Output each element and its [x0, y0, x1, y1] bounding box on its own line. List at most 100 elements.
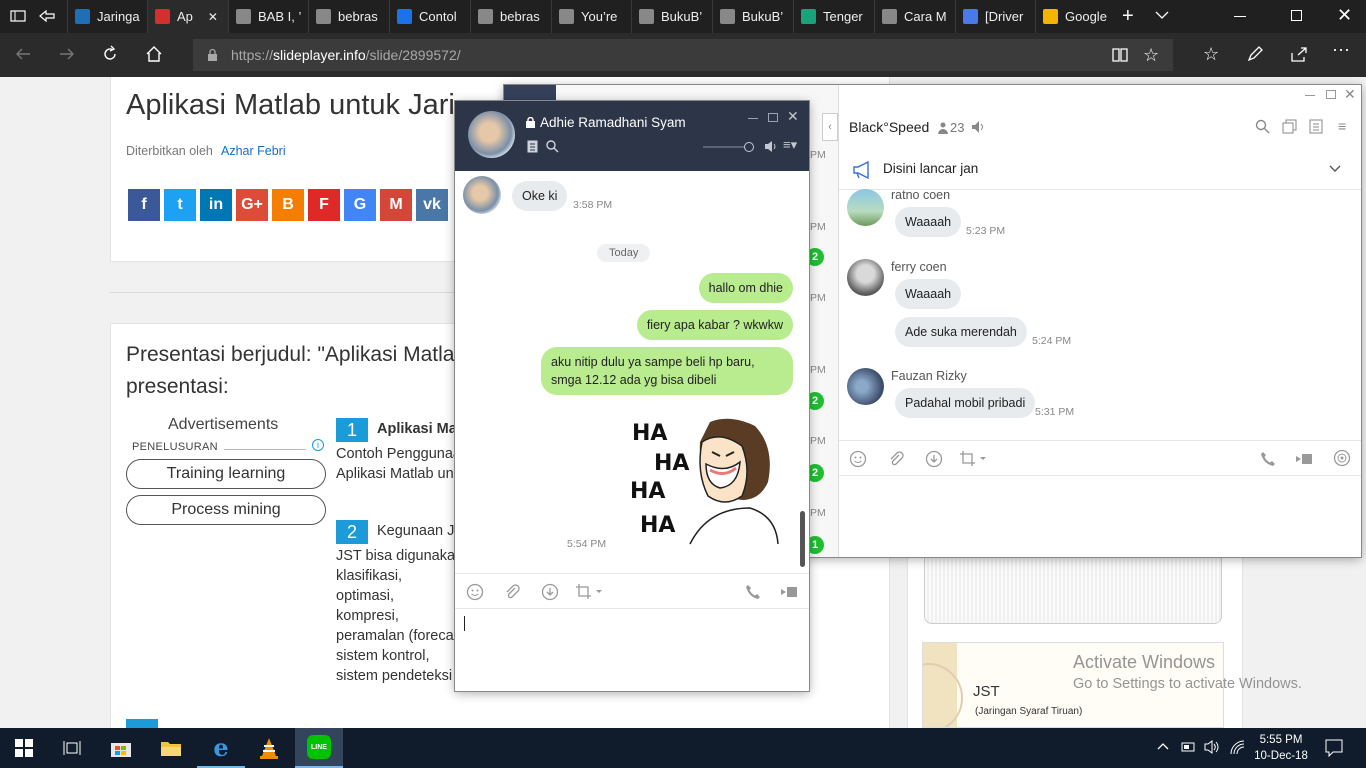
slide-thumbnail[interactable]: [924, 552, 1222, 624]
scrollbar[interactable]: [800, 511, 805, 567]
search-icon[interactable]: [546, 140, 559, 153]
pen-annotate-icon[interactable]: [1246, 45, 1264, 63]
message-bubble[interactable]: hallo om dhie: [698, 273, 793, 303]
vk-icon[interactable]: vk: [416, 189, 448, 221]
speaker-icon[interactable]: [764, 140, 777, 153]
forward-arrow-icon[interactable]: [58, 45, 76, 63]
tab-list-chevron-icon[interactable]: [1155, 10, 1169, 20]
message-bubble[interactable]: fiery apa kabar ? wkwkw: [636, 310, 793, 340]
flipboard-icon[interactable]: F: [308, 189, 340, 221]
restore-window-icon[interactable]: [1291, 10, 1302, 21]
home-icon[interactable]: [145, 45, 163, 63]
maximize-icon[interactable]: [1326, 90, 1336, 99]
browser-tab[interactable]: Contol: [389, 0, 470, 33]
more-menu-icon[interactable]: ···: [1332, 39, 1350, 60]
battery-icon[interactable]: [1180, 740, 1196, 754]
google-icon[interactable]: G: [344, 189, 376, 221]
search-icon[interactable]: [1255, 119, 1270, 134]
gmail-icon[interactable]: M: [380, 189, 412, 221]
avatar[interactable]: [463, 176, 501, 214]
edge-button[interactable]: e: [197, 728, 245, 768]
screenshot-icon[interactable]: [959, 450, 987, 468]
url-field[interactable]: https://slideplayer.info/slide/2899572/ …: [193, 39, 1173, 71]
minimize-icon[interactable]: [748, 118, 758, 119]
close-icon[interactable]: ✕: [787, 108, 799, 125]
attach-icon[interactable]: [503, 583, 521, 601]
call-icon[interactable]: [745, 584, 761, 600]
chevron-down-icon[interactable]: [1329, 165, 1341, 173]
message-input[interactable]: [455, 609, 809, 691]
avatar[interactable]: [847, 189, 884, 226]
avatar[interactable]: [847, 259, 884, 296]
message-input[interactable]: [839, 476, 1361, 557]
avatar[interactable]: [468, 111, 515, 158]
attach-icon[interactable]: [887, 450, 905, 468]
close-window-icon[interactable]: ✕: [1337, 5, 1352, 26]
volume-slider[interactable]: [703, 142, 754, 152]
ad-pill[interactable]: Training learning: [126, 459, 326, 489]
close-tab-icon[interactable]: ✕: [208, 10, 218, 24]
new-tab-button[interactable]: +: [1122, 6, 1134, 26]
favorite-star-icon[interactable]: ☆: [1143, 45, 1159, 66]
volume-slider-handle[interactable]: [744, 142, 754, 152]
notes-icon[interactable]: [527, 140, 538, 153]
call-icon[interactable]: [1260, 451, 1276, 467]
minimize-window-icon[interactable]: [1234, 16, 1246, 17]
message-bubble[interactable]: Padahal mobil pribadi: [895, 388, 1036, 418]
facebook-icon[interactable]: f: [128, 189, 160, 221]
browser-tab[interactable]: Jaringa: [67, 0, 147, 33]
video-call-icon[interactable]: [780, 585, 798, 599]
clock[interactable]: 5:55 PM 10-Dec-18: [1252, 732, 1310, 764]
info-icon[interactable]: i: [312, 439, 324, 451]
favorites-hub-icon[interactable]: ☆: [1203, 44, 1219, 65]
start-button[interactable]: [0, 728, 48, 768]
message-bubble[interactable]: aku nitip dulu ya sampe beli hp baru, sm…: [541, 347, 793, 395]
browser-tab[interactable]: Google: [1035, 0, 1112, 33]
notes-icon[interactable]: [1309, 119, 1323, 134]
screenshot-icon[interactable]: [575, 583, 603, 601]
sticker-image[interactable]: HA HA HA HA: [630, 412, 780, 547]
emoji-icon[interactable]: [466, 583, 484, 601]
linkedin-icon[interactable]: in: [200, 189, 232, 221]
video-call-icon[interactable]: [1295, 452, 1313, 466]
member-count[interactable]: 23: [938, 120, 964, 135]
collapse-list-button[interactable]: ‹: [822, 113, 838, 141]
browser-tab[interactable]: Ap ✕: [147, 0, 228, 33]
close-icon[interactable]: ✕: [1344, 86, 1356, 103]
author-link[interactable]: Azhar Febri: [221, 144, 286, 158]
browser-tab[interactable]: You’re: [551, 0, 631, 33]
keep-icon[interactable]: [541, 583, 559, 601]
menu-icon[interactable]: ≡: [1338, 118, 1346, 134]
message-bubble[interactable]: Ade suka merendah: [895, 317, 1027, 347]
browser-tab[interactable]: Tenger: [793, 0, 874, 33]
show-hidden-icons-chevron-icon[interactable]: [1157, 742, 1169, 750]
emoji-icon[interactable]: [849, 450, 867, 468]
maximize-icon[interactable]: [768, 113, 778, 122]
network-icon[interactable]: [1229, 739, 1245, 755]
set-tabs-aside-icon[interactable]: [38, 9, 56, 23]
blogger-icon[interactable]: B: [272, 189, 304, 221]
browser-tab[interactable]: bebras: [308, 0, 389, 33]
ad-pill[interactable]: Process mining: [126, 495, 326, 525]
volume-icon[interactable]: [1204, 740, 1220, 754]
browser-tab[interactable]: BukuB’: [631, 0, 712, 33]
browser-tab[interactable]: bebras: [470, 0, 551, 33]
store-button[interactable]: [97, 728, 145, 768]
browser-tab[interactable]: Cara M: [874, 0, 955, 33]
twitter-icon[interactable]: t: [164, 189, 196, 221]
message-bubble[interactable]: Waaaah: [895, 279, 962, 309]
line-button[interactable]: LINE: [295, 728, 343, 768]
task-view-button[interactable]: [48, 728, 96, 768]
action-center-icon[interactable]: [1325, 739, 1343, 757]
keep-icon[interactable]: [925, 450, 943, 468]
share-icon[interactable]: [1290, 45, 1308, 63]
menu-icon[interactable]: ≡▾: [783, 137, 797, 153]
announcement-bar[interactable]: Disini lancar jan: [839, 148, 1361, 190]
browser-tab[interactable]: BAB I, ’: [228, 0, 308, 33]
message-bubble[interactable]: Waaaah: [895, 207, 962, 237]
live-icon[interactable]: [1333, 449, 1351, 467]
message-bubble[interactable]: Oke ki: [512, 181, 568, 211]
reading-view-icon[interactable]: [1111, 46, 1129, 64]
browser-tab[interactable]: BukuB’: [712, 0, 793, 33]
refresh-icon[interactable]: [101, 45, 119, 63]
